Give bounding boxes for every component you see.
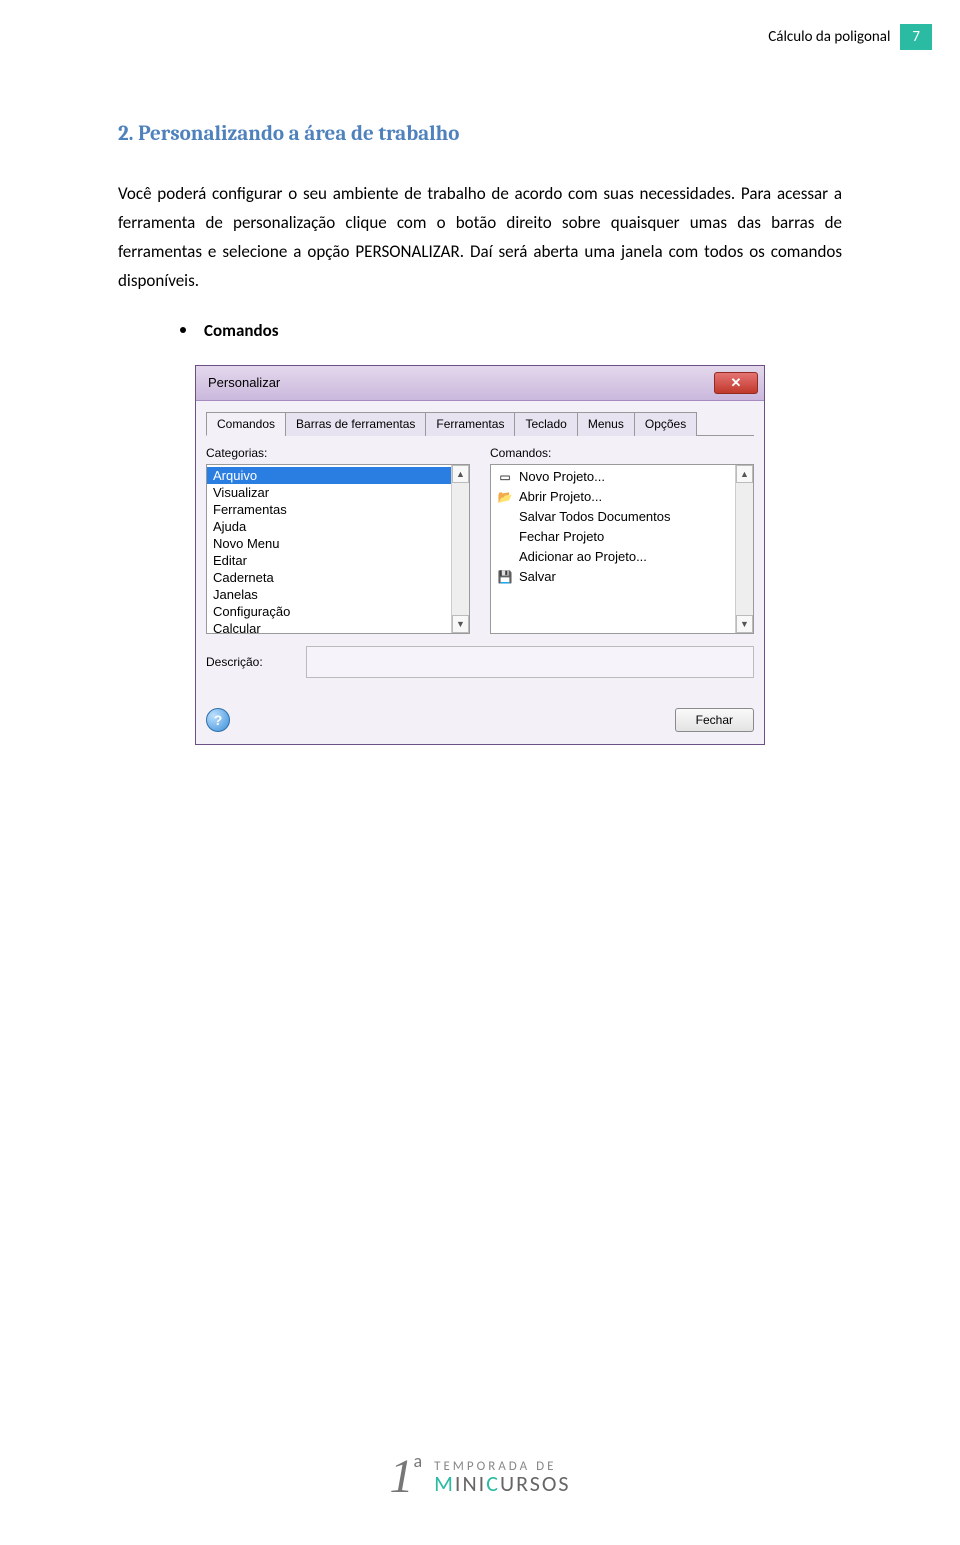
command-label: Abrir Projeto... [519,489,602,504]
list-item[interactable]: Ajuda [207,518,451,535]
command-label: Adicionar ao Projeto... [519,549,647,564]
new-file-icon: ▭ [497,469,513,485]
brand-text: TEMPORADA DE MINICURSOS [434,1460,570,1495]
section-paragraph: Você poderá configurar o seu ambiente de… [118,180,842,296]
list-item[interactable]: 💾 Salvar [491,567,735,587]
scroll-up-icon[interactable]: ▲ [736,465,753,483]
tab-opcoes[interactable]: Opções [634,412,697,436]
categories-list: Arquivo Visualizar Ferramentas Ajuda Nov… [207,465,451,633]
list-item[interactable]: Salvar Todos Documentos [491,507,735,527]
commands-list: ▭ Novo Projeto... 📂 Abrir Projeto... Sal… [491,465,735,633]
section-heading: 2. Personalizando a área de trabalho [118,122,842,146]
page-number: 7 [900,24,932,50]
commands-listbox[interactable]: ▭ Novo Projeto... 📂 Abrir Projeto... Sal… [490,464,754,634]
fechar-button[interactable]: Fechar [675,708,754,732]
commands-column: Comandos: ▭ Novo Projeto... 📂 Abrir Proj… [490,446,754,634]
categories-listbox[interactable]: Arquivo Visualizar Ferramentas Ajuda Nov… [206,464,470,634]
tabstrip: Comandos Barras de ferramentas Ferrament… [206,411,754,436]
list-item[interactable]: Configuração [207,603,451,620]
categories-column: Categorias: Arquivo Visualizar Ferrament… [206,446,470,634]
dialog-body: Comandos Barras de ferramentas Ferrament… [196,401,764,744]
commands-scrollbar[interactable]: ▲ ▼ [735,465,753,633]
brand-ordinal: a [413,1450,422,1472]
dialog-titlebar: Personalizar ✕ [196,366,764,401]
tab-comandos[interactable]: Comandos [206,412,286,436]
footer-brand: 1 a TEMPORADA DE MINICURSOS [389,1453,570,1501]
scroll-down-icon[interactable]: ▼ [452,615,469,633]
categories-label: Categorias: [206,446,470,460]
bullet-dot-icon [180,327,186,333]
dialog-title: Personalizar [208,375,280,390]
bullet-item: Comandos [180,320,842,341]
dialog-close-button[interactable]: ✕ [714,372,758,394]
list-item[interactable]: ▭ Novo Projeto... [491,467,735,487]
list-item[interactable]: Caderneta [207,569,451,586]
blank-icon [497,509,513,525]
save-icon: 💾 [497,569,513,585]
list-item[interactable]: Adicionar ao Projeto... [491,547,735,567]
description-label: Descrição: [206,655,286,669]
tab-menus[interactable]: Menus [577,412,635,436]
bullet-label: Comandos [204,320,279,341]
list-item[interactable]: Janelas [207,586,451,603]
list-item[interactable]: Editar [207,552,451,569]
description-row: Descrição: [206,646,754,678]
blank-icon [497,549,513,565]
command-label: Salvar Todos Documentos [519,509,671,524]
close-icon: ✕ [731,375,742,391]
brand-line2: MINICURSOS [434,1473,570,1495]
command-label: Fechar Projeto [519,529,604,544]
commands-label: Comandos: [490,446,754,460]
scroll-up-icon[interactable]: ▲ [452,465,469,483]
command-label: Novo Projeto... [519,469,605,484]
open-folder-icon: 📂 [497,489,513,505]
tab-teclado[interactable]: Teclado [514,412,577,436]
dialog-footer: ? Fechar [206,696,754,732]
categories-scrollbar[interactable]: ▲ ▼ [451,465,469,633]
blank-icon [497,529,513,545]
page-header: Cálculo da poligonal 7 [768,24,932,50]
list-item[interactable]: Ferramentas [207,501,451,518]
list-item[interactable]: Calcular [207,620,451,633]
list-item[interactable]: Arquivo [207,467,451,484]
list-item[interactable]: Novo Menu [207,535,451,552]
doc-title: Cálculo da poligonal [768,28,890,46]
tab-barras[interactable]: Barras de ferramentas [285,412,426,436]
list-item[interactable]: Fechar Projeto [491,527,735,547]
tab-ferramentas[interactable]: Ferramentas [425,412,515,436]
scroll-down-icon[interactable]: ▼ [736,615,753,633]
personalizar-dialog: Personalizar ✕ Comandos Barras de ferram… [195,365,765,745]
scroll-track[interactable] [452,483,469,615]
scroll-track[interactable] [736,483,753,615]
columns: Categorias: Arquivo Visualizar Ferrament… [206,446,754,634]
list-item[interactable]: Visualizar [207,484,451,501]
list-item[interactable]: 📂 Abrir Projeto... [491,487,735,507]
help-icon[interactable]: ? [206,708,230,732]
description-box [306,646,754,678]
content-area: 2. Personalizando a área de trabalho Voc… [118,122,842,745]
brand-number: 1 [389,1453,413,1501]
command-label: Salvar [519,569,556,584]
